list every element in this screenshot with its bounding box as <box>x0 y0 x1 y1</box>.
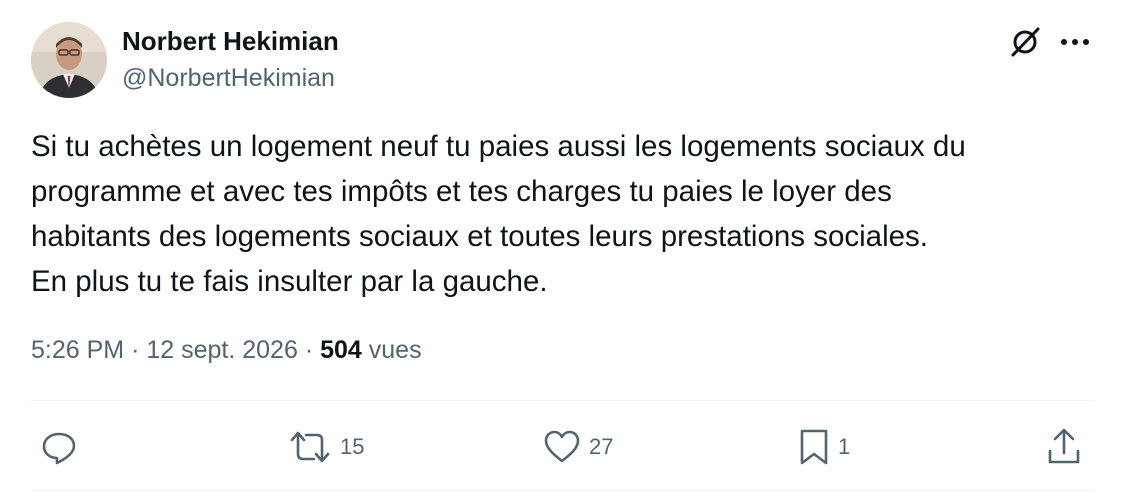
retweet-icon <box>290 431 330 463</box>
divider <box>31 400 1093 401</box>
like-count: 27 <box>589 434 614 459</box>
like-button[interactable]: 27 <box>543 425 613 469</box>
reply-button[interactable] <box>40 425 78 469</box>
views-label: vues <box>368 336 422 364</box>
author-handle[interactable]: @NorbertHekimian <box>122 64 335 93</box>
tweet-time[interactable]: 5:26 PM <box>31 336 124 364</box>
tweet-text-line: programme et avec tes impôts et tes char… <box>31 175 892 208</box>
avatar[interactable] <box>31 22 107 98</box>
reply-icon <box>42 432 76 465</box>
meta-separator: · <box>131 336 147 364</box>
views-count[interactable]: 504 <box>320 336 362 364</box>
tweet-date[interactable]: 12 sept. 2026 <box>146 336 298 364</box>
retweet-count: 15 <box>340 434 365 459</box>
grok-icon[interactable] <box>1005 22 1045 62</box>
retweet-button[interactable]: 15 <box>288 425 364 469</box>
bookmark-count: 1 <box>838 434 851 459</box>
tweet-text: Si tu achètes un logement neuf tu paies … <box>31 124 1101 304</box>
tweet-text-line: Si tu achètes un logement neuf tu paies … <box>31 130 966 163</box>
divider <box>31 490 1093 491</box>
share-icon <box>1048 428 1080 464</box>
bookmark-button[interactable]: 1 <box>798 425 850 469</box>
share-button[interactable] <box>1046 425 1082 469</box>
tweet-text-line: habitants des logements sociaux et toute… <box>31 220 928 253</box>
author-display-name[interactable]: Norbert Hekimian <box>122 26 339 57</box>
meta-separator: · <box>304 336 321 364</box>
tweet-text-line: En plus tu te fais insulter par la gauch… <box>31 265 548 298</box>
bookmark-icon <box>800 429 828 465</box>
heart-icon <box>544 430 580 463</box>
profile-photo-icon <box>31 22 107 98</box>
more-options-icon[interactable] <box>1057 24 1093 60</box>
tweet-meta: 5:26 PM · 12 sept. 2026 · 504 vues <box>31 336 422 365</box>
tweet-card: Norbert Hekimian @NorbertHekimian Si tu … <box>0 0 1123 493</box>
